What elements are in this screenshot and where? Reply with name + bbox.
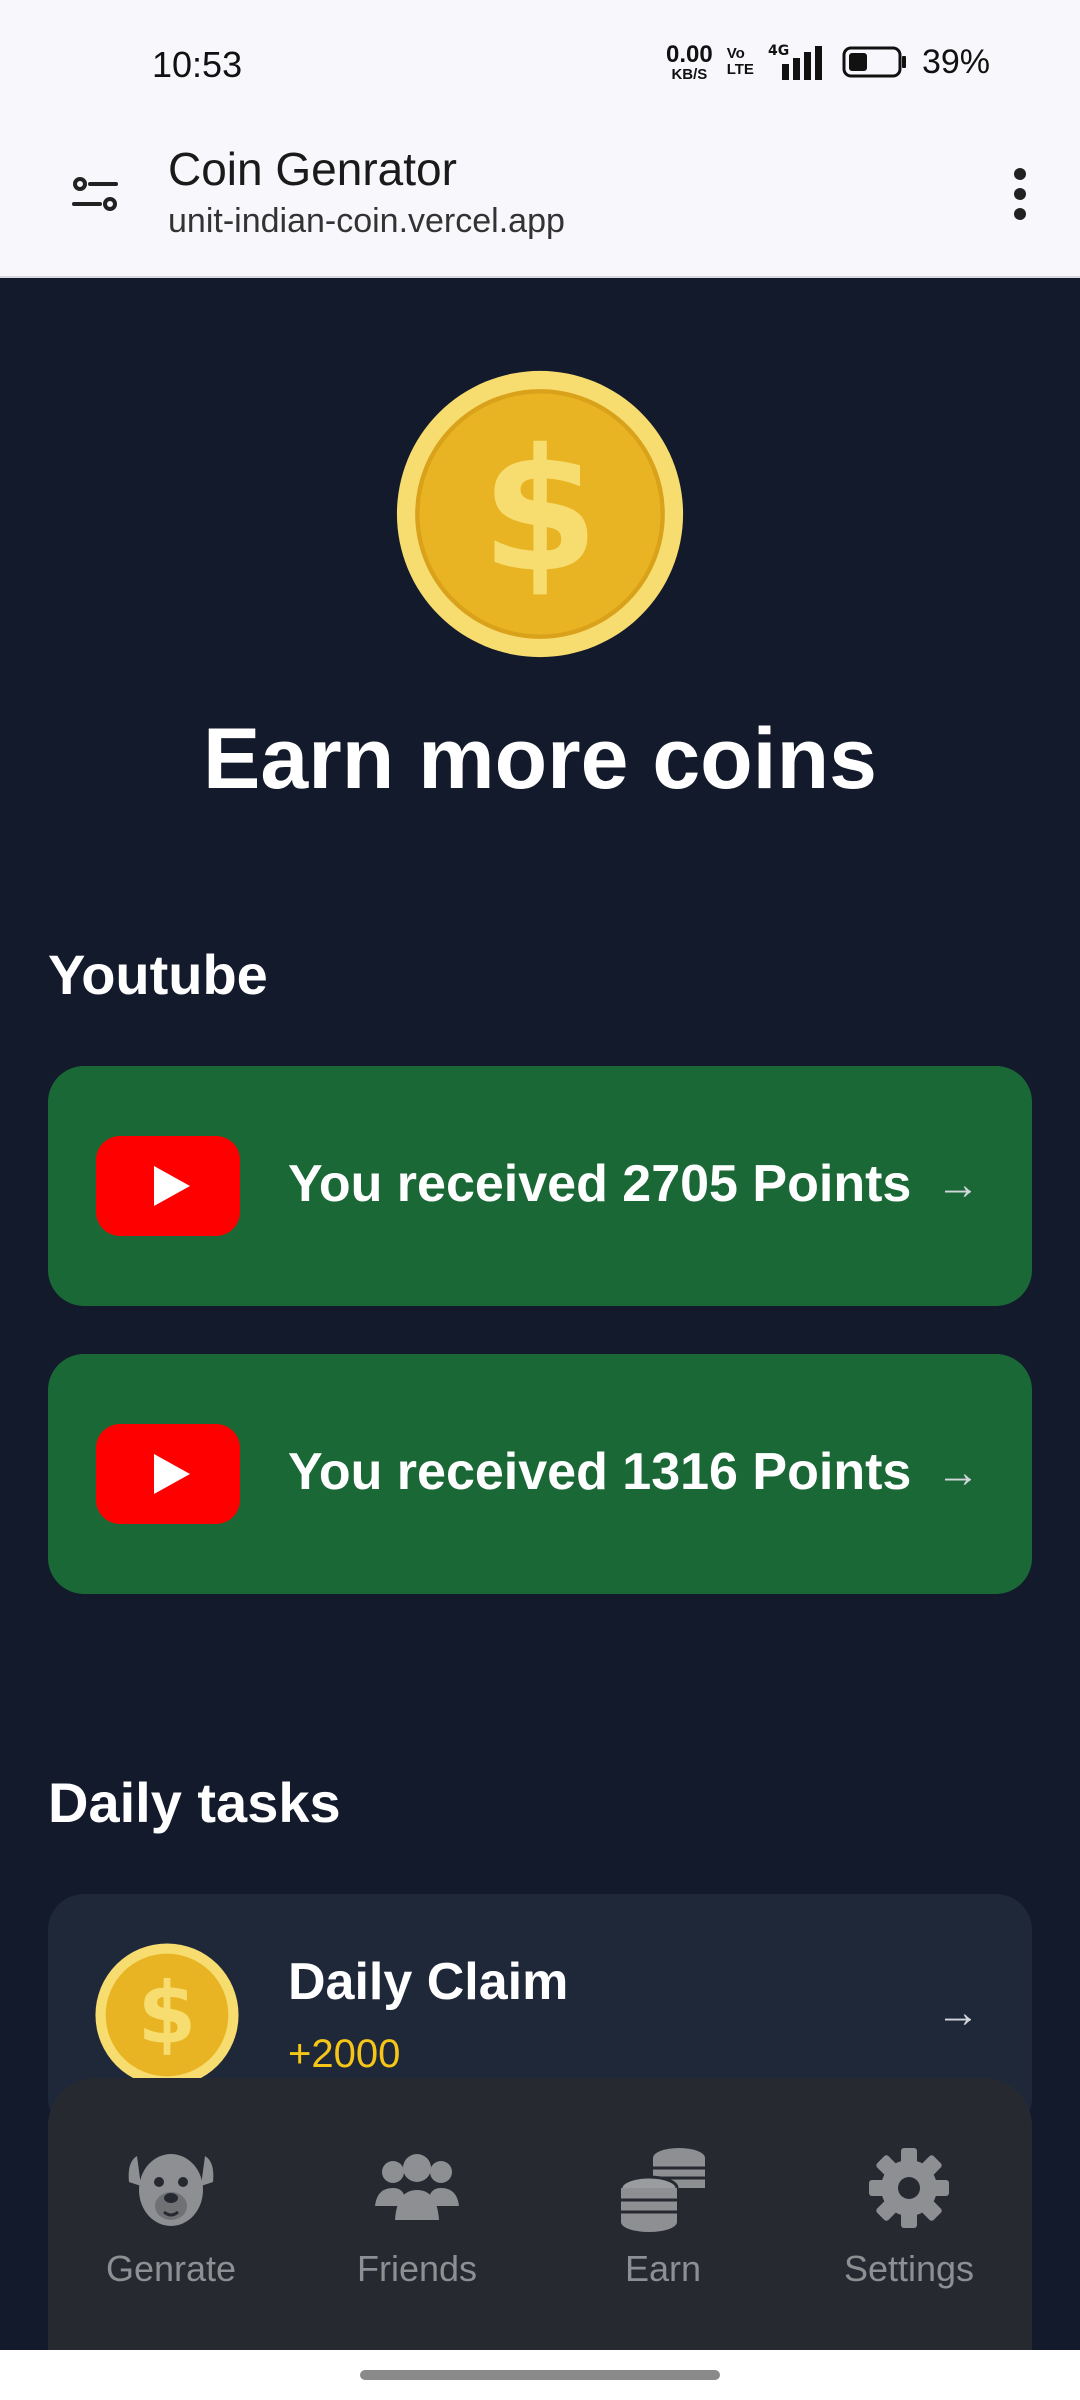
gear-icon [869, 2148, 949, 2228]
page-title: Coin Genrator [168, 143, 457, 195]
youtube-logo-icon [96, 1136, 240, 1236]
nav-label: Settings [843, 2248, 975, 2289]
youtube-task-card[interactable]: You received 1316 Points → [48, 1354, 1032, 1594]
youtube-logo-icon [96, 1424, 240, 1524]
hero-title: Earn more coins [203, 711, 877, 807]
main-content: $ Earn more coins Youtube You received 2… [0, 278, 1080, 2350]
url-text[interactable]: unit-indian-coin.vercel.app [168, 202, 565, 241]
site-settings-icon[interactable] [70, 168, 122, 220]
volte-indicator: Vo LTE [727, 46, 754, 78]
people-group-icon [375, 2154, 459, 2220]
signal-icon: 4G [768, 43, 822, 80]
browser-toolbar: Coin Genrator unit-indian-coin.vercel.ap… [0, 128, 1080, 278]
more-options-icon[interactable] [994, 164, 1046, 224]
volte-bottom: LTE [726, 61, 754, 78]
nav-item-genrate[interactable]: Genrate [66, 2142, 276, 2352]
arrow-right-icon: → [936, 1160, 980, 1209]
youtube-section-title: Youtube [48, 943, 268, 1006]
coins-stack-icon [619, 2148, 705, 2232]
coin-icon: $ [396, 370, 684, 658]
youtube-task-card[interactable]: You received 2705 Points → [48, 1066, 1032, 1306]
home-gesture-handle[interactable] [360, 2370, 720, 2380]
task-title: Daily Claim [288, 1953, 569, 2011]
arrow-right-icon: → [936, 1448, 980, 1497]
network-speed-unit: KB/S [671, 65, 708, 83]
gesture-area [0, 2350, 1080, 2400]
dog-face-icon [128, 2154, 214, 2226]
youtube-task-label: You received 2705 Points [288, 1155, 912, 1213]
nav-label: Earn [624, 2248, 702, 2289]
nav-item-earn[interactable]: Earn [558, 2142, 768, 2352]
coin-icon: $ [95, 1943, 239, 2087]
svg-text:$: $ [481, 412, 599, 609]
status-indicators: 0.00 KB/S Vo LTE 4G 39% [666, 42, 990, 82]
nav-item-friends[interactable]: Friends [312, 2142, 522, 2352]
bottom-navigation: Genrate Friends Earn Settings [48, 2078, 1032, 2352]
battery-icon [842, 46, 906, 78]
network-speed: 0.00 KB/S [666, 40, 713, 83]
battery-percent: 39% [921, 42, 990, 81]
task-reward: +2000 [288, 2032, 401, 2076]
status-bar: 10:53 0.00 KB/S Vo LTE 4G 39% [0, 0, 1080, 128]
arrow-right-icon: → [936, 1988, 980, 2037]
network-speed-value: 0.00 [666, 40, 713, 68]
volte-top: Vo [726, 45, 745, 63]
svg-text:$: $ [138, 1964, 197, 2063]
nav-label: Genrate [105, 2248, 237, 2289]
youtube-task-label: You received 1316 Points [288, 1443, 912, 1501]
nav-item-settings[interactable]: Settings [804, 2142, 1014, 2352]
network-type-label: 4G [768, 43, 789, 59]
status-time: 10:53 [152, 44, 243, 85]
daily-tasks-section-title: Daily tasks [48, 1771, 341, 1834]
nav-label: Friends [356, 2248, 478, 2289]
